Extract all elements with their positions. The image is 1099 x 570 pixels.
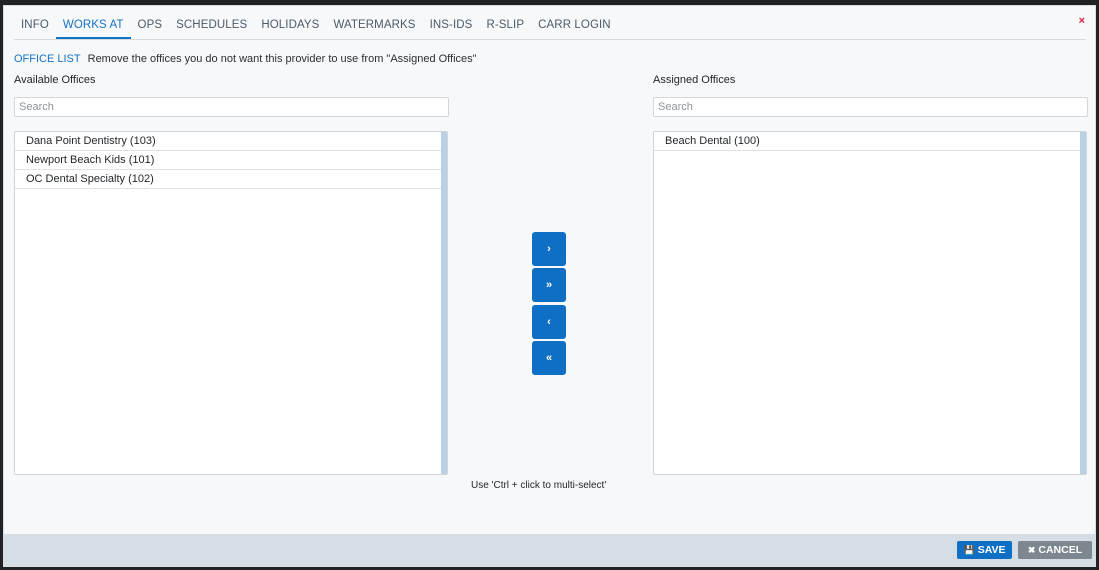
multi-select-hint: Use 'Ctrl + click to multi-select' <box>471 480 607 491</box>
tab-ins-ids[interactable]: INS-IDS <box>423 19 480 39</box>
list-item[interactable]: OC Dental Specialty (102) <box>15 170 441 189</box>
list-item[interactable]: Dana Point Dentistry (103) <box>15 132 441 151</box>
office-list-header: OFFICE LIST Remove the offices you do not… <box>14 53 477 65</box>
cancel-button[interactable]: ✖ CANCEL <box>1018 541 1092 559</box>
available-offices-list[interactable]: Dana Point Dentistry (103) Newport Beach… <box>14 131 448 475</box>
cancel-button-label: CANCEL <box>1038 544 1083 556</box>
modal-footer: 💾 SAVE ✖ CANCEL <box>4 534 1095 566</box>
close-icon[interactable]: × <box>1079 15 1085 27</box>
available-offices-label: Available Offices <box>14 74 96 86</box>
tab-carr-login[interactable]: CARR LOGIN <box>531 19 618 39</box>
tab-watermarks[interactable]: WATERMARKS <box>326 19 422 39</box>
available-scrollbar[interactable] <box>441 132 447 474</box>
move-left-button[interactable]: ‹ <box>532 305 566 339</box>
office-list-instruction: Remove the offices you do not want this … <box>87 53 477 65</box>
available-search-input[interactable] <box>14 97 449 117</box>
close-icon: ✖ <box>1027 544 1036 555</box>
assigned-offices-label: Assigned Offices <box>653 74 736 86</box>
tab-schedules[interactable]: SCHEDULES <box>169 19 254 39</box>
tab-ops[interactable]: OPS <box>131 19 170 39</box>
tab-r-slip[interactable]: R-SLIP <box>479 19 531 39</box>
move-all-right-button[interactable]: » <box>532 268 566 302</box>
assigned-scrollbar[interactable] <box>1080 132 1086 474</box>
provider-modal: INFO WORKS AT OPS SCHEDULES HOLIDAYS WAT… <box>3 5 1096 567</box>
floppy-disk-icon: 💾 <box>963 544 975 555</box>
tab-holidays[interactable]: HOLIDAYS <box>254 19 326 39</box>
move-all-left-button[interactable]: « <box>532 341 566 375</box>
tab-info[interactable]: INFO <box>14 19 56 39</box>
move-right-button[interactable]: › <box>532 232 566 266</box>
assigned-search-input[interactable] <box>653 97 1088 117</box>
save-button[interactable]: 💾 SAVE <box>957 541 1012 559</box>
list-item[interactable]: Newport Beach Kids (101) <box>15 151 441 170</box>
tab-works-at[interactable]: WORKS AT <box>55 19 131 39</box>
tab-bar: INFO WORKS AT OPS SCHEDULES HOLIDAYS WAT… <box>14 6 1086 40</box>
assigned-offices-list[interactable]: Beach Dental (100) <box>653 131 1087 475</box>
office-list-title: OFFICE LIST <box>14 53 81 65</box>
save-button-label: SAVE <box>977 544 1006 556</box>
list-item[interactable]: Beach Dental (100) <box>654 132 1080 151</box>
